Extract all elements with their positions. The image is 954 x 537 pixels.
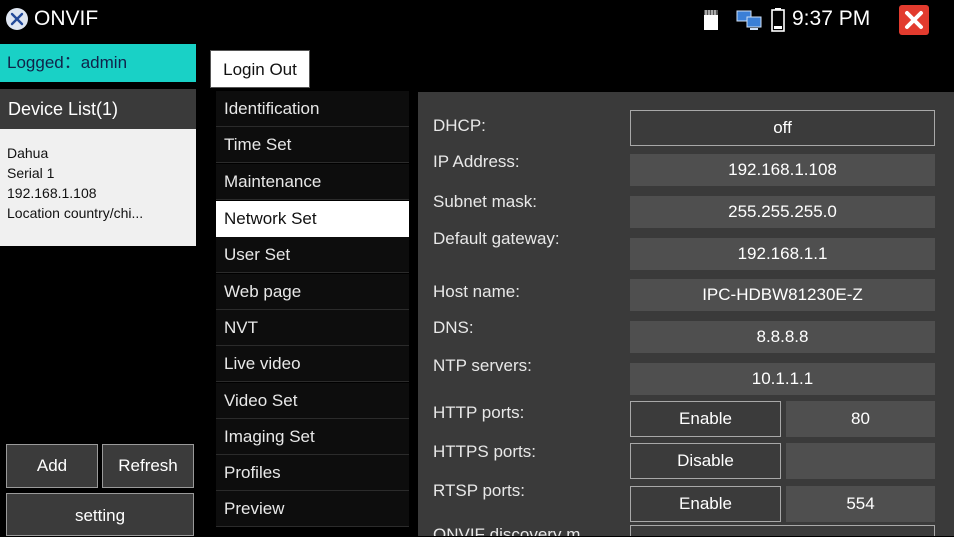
menu-item-video-set[interactable]: Video Set [216, 383, 409, 419]
device-list-item[interactable]: Dahua Serial 1 192.168.1.108 Location co… [0, 129, 196, 246]
device-list-title: Device List(1) [0, 89, 196, 129]
ntp-servers-label: NTP servers: [433, 356, 532, 375]
subnet-mask-label: Subnet mask: [433, 192, 537, 211]
close-button[interactable] [899, 5, 929, 35]
login-out-button[interactable]: Login Out [210, 50, 310, 88]
settings-menu: Identification Time Set Maintenance Netw… [216, 91, 409, 536]
default-gateway-field[interactable]: 192.168.1.1 [630, 238, 935, 270]
subnet-mask-field[interactable]: 255.255.255.0 [630, 196, 935, 228]
device-serial: Serial 1 [7, 165, 55, 181]
device-location: Location country/chi... [7, 205, 144, 221]
menu-item-user-set[interactable]: User Set [216, 237, 409, 273]
host-name-field[interactable]: IPC-HDBW81230E-Z [630, 279, 935, 311]
close-icon [905, 11, 923, 29]
menu-item-live-video[interactable]: Live video [216, 346, 409, 382]
network-settings-panel: DHCP: off IP Address: 192.168.1.108 Subn… [418, 92, 954, 536]
menu-item-imaging-set[interactable]: Imaging Set [216, 419, 409, 455]
logged-status: Logged：admin [0, 44, 196, 82]
ip-address-label: IP Address: [433, 152, 520, 171]
http-port-field[interactable]: 80 [786, 401, 935, 437]
rtsp-enable-button[interactable]: Enable [630, 486, 781, 522]
refresh-button[interactable]: Refresh [102, 444, 194, 488]
setting-button[interactable]: setting [6, 493, 194, 536]
menu-item-nvt[interactable]: NVT [216, 310, 409, 346]
ip-address-field[interactable]: 192.168.1.108 [630, 154, 935, 186]
menu-item-time-set[interactable]: Time Set [216, 127, 409, 163]
clock: 9:37 PM [792, 7, 871, 30]
menu-item-profiles[interactable]: Profiles [216, 455, 409, 491]
http-ports-label: HTTP ports: [433, 403, 525, 422]
dhcp-label: DHCP: [433, 116, 486, 135]
menu-item-preview[interactable]: Preview [216, 491, 409, 527]
menu-item-web-page[interactable]: Web page [216, 274, 409, 310]
default-gateway-label: Default gateway: [433, 229, 560, 248]
network-icon [736, 9, 764, 36]
add-button[interactable]: Add [6, 444, 98, 488]
onvif-discovery-toggle[interactable] [630, 525, 935, 536]
dhcp-toggle[interactable]: off [630, 110, 935, 146]
ntp-servers-field[interactable]: 10.1.1.1 [630, 363, 935, 395]
app-title: ONVIF [34, 7, 99, 30]
menu-item-network-set[interactable]: Network Set [216, 201, 409, 237]
onvif-discovery-label: ONVIF discovery m... [433, 525, 595, 536]
menu-item-identification[interactable]: Identification [216, 91, 409, 127]
https-port-field[interactable] [786, 443, 935, 479]
rtsp-ports-label: RTSP ports: [433, 481, 525, 500]
device-ip: 192.168.1.108 [7, 185, 97, 201]
dns-field[interactable]: 8.8.8.8 [630, 321, 935, 353]
rtsp-port-field[interactable]: 554 [786, 486, 935, 522]
battery-icon [771, 8, 785, 37]
menu-item-maintenance[interactable]: Maintenance [216, 164, 409, 200]
sd-card-icon [702, 9, 720, 36]
https-ports-label: HTTPS ports: [433, 442, 536, 461]
device-name: Dahua [7, 145, 49, 161]
http-enable-button[interactable]: Enable [630, 401, 781, 437]
onvif-app-icon [6, 8, 28, 30]
title-bar: ONVIF 9:37 PM [0, 0, 954, 40]
host-name-label: Host name: [433, 282, 520, 301]
dns-label: DNS: [433, 318, 474, 337]
https-disable-button[interactable]: Disable [630, 443, 781, 479]
